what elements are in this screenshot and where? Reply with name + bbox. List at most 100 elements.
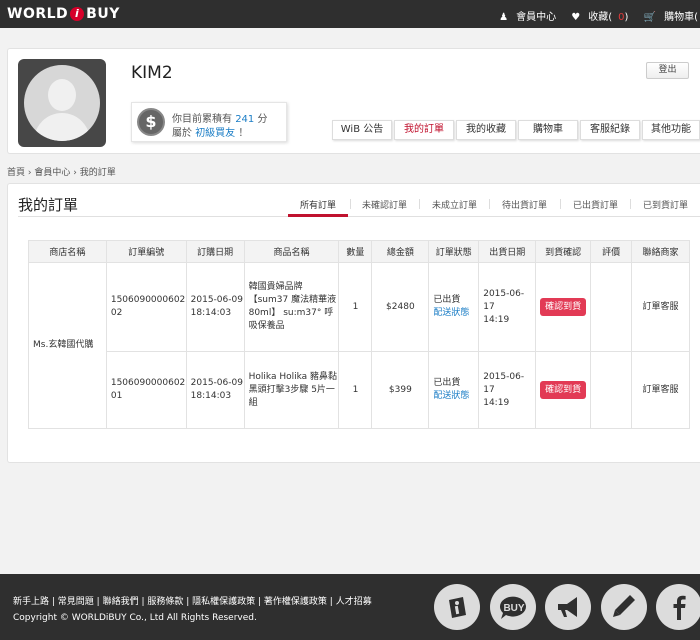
rating-cell: [590, 262, 633, 352]
section-title: 我的訂單: [18, 196, 79, 214]
level-suffix: ！: [238, 128, 249, 139]
footer-link-copyright-policy[interactable]: 著作權保護政策: [264, 597, 327, 607]
rating-cell: [590, 351, 633, 429]
avatar-placeholder-icon: [24, 65, 100, 141]
subtab-divider: [489, 199, 490, 209]
confirm-cell: 確認到貨: [535, 351, 592, 429]
delivery-status-link[interactable]: 配送狀態: [433, 391, 469, 401]
column-header: 總金額: [371, 240, 430, 263]
confirm-delivery-button[interactable]: 確認到貨: [540, 298, 587, 316]
column-header: 訂單編號: [105, 240, 187, 263]
order-number: 150609000060202: [105, 262, 187, 352]
level-prefix: 屬於: [172, 128, 192, 139]
profile-card: KIM2 登出 $ 你目前累積有 241 分 屬於 初級買友 ！ WiB 公告 …: [7, 48, 700, 154]
confirm-delivery-button[interactable]: 確認到貨: [540, 381, 587, 399]
footer-link-privacy[interactable]: 隱私權保護政策: [192, 597, 255, 607]
tab-service-records[interactable]: 客服紀錄: [580, 120, 640, 140]
store-name-link[interactable]: Ms.玄韓國代購: [28, 262, 107, 429]
subtab-pending-shipment[interactable]: 待出貨訂單: [502, 198, 547, 211]
copyright: Copyright © WORLDiBUY Co., Ltd All Right…: [13, 613, 257, 623]
ship-date-day: 2015-06-17: [483, 288, 525, 312]
order-date-time: 18:14:03: [190, 391, 232, 401]
footer: 新手上路 | 常見問題 | 聯絡我們 | 服務條款 | 隱私權保護政策 | 著作…: [0, 574, 700, 640]
column-header: 訂購日期: [185, 240, 245, 263]
member-center-link[interactable]: ♟ 會員中心: [493, 12, 556, 23]
quantity: 1: [338, 351, 373, 429]
footer-link-careers[interactable]: 人才招募: [336, 597, 372, 607]
breadcrumb-current: 我的訂單: [79, 168, 116, 178]
ship-date-time: 14:19: [483, 397, 510, 408]
product-name-link[interactable]: 韓國貴婦品牌【sum37 魔法精華液80ml】 su:m37° 呼吸保養品: [243, 262, 340, 352]
order-date: 2015-06-09 18:14:03: [185, 262, 245, 352]
cart-link[interactable]: 🛒 購物車(: [638, 12, 698, 23]
subtab-unconfirmed[interactable]: 未確認訂單: [362, 198, 407, 211]
subtab-divider: [560, 199, 561, 209]
site-logo[interactable]: WORLD i BUY: [7, 6, 120, 22]
subtab-divider: [350, 199, 351, 209]
footer-link-terms[interactable]: 服務條款: [147, 597, 183, 607]
quantity: 1: [338, 262, 373, 352]
ship-date-time: 14:19: [483, 314, 510, 325]
points-unit: 分: [257, 114, 268, 125]
column-header: 出貨日期: [478, 240, 537, 263]
tab-cart[interactable]: 購物車: [518, 120, 578, 140]
facebook-icon[interactable]: [656, 584, 700, 630]
subtab-shipped[interactable]: 已出貨訂單: [573, 198, 618, 211]
total-amount: $2480: [371, 262, 430, 352]
tab-my-favorites[interactable]: 我的收藏: [456, 120, 516, 140]
buy-icon-label: BUY: [503, 603, 524, 614]
tab-my-orders[interactable]: 我的訂單: [394, 120, 454, 140]
column-header: 聯絡商家: [631, 240, 690, 263]
breadcrumb-home[interactable]: 首頁: [7, 168, 25, 178]
dollar-icon: $: [137, 108, 165, 136]
order-date-time: 18:14:03: [190, 308, 232, 318]
subtab-not-established[interactable]: 未成立訂單: [432, 198, 477, 211]
username: KIM2: [131, 63, 173, 83]
points-text: 你目前累積有 241 分: [172, 110, 267, 125]
megaphone-icon[interactable]: [545, 584, 591, 630]
tab-other-functions[interactable]: 其他功能: [642, 120, 700, 140]
breadcrumb-separator: ›: [27, 168, 32, 178]
favorites-close-paren: ): [624, 12, 629, 23]
breadcrumb-member-center[interactable]: 會員中心: [34, 168, 70, 178]
contact-service-link[interactable]: 訂單客服: [631, 351, 690, 429]
table-row: 150609000060201 2015-06-09 18:14:03 Holik…: [29, 351, 690, 429]
subtab-all-orders[interactable]: 所有訂單: [300, 198, 336, 211]
subtab-delivered[interactable]: 已到貨訂單: [643, 198, 688, 211]
subtab-active-indicator: [288, 214, 348, 217]
tab-wib-notice[interactable]: WiB 公告: [332, 120, 392, 140]
ship-date: 2015-06-17 14:19: [478, 351, 537, 429]
logo-badge: i: [70, 7, 85, 21]
column-header: 評價: [590, 240, 633, 263]
product-name-link[interactable]: Holika Holika 豬鼻黏黑頭打擊3步驟 5片一組: [243, 351, 340, 429]
info-icon[interactable]: [434, 584, 480, 630]
subtab-divider: [419, 199, 420, 209]
order-number: 150609000060201: [105, 351, 187, 429]
order-date-day: 2015-06-09: [190, 295, 243, 305]
favorites-link[interactable]: ♥ 收藏(0): [565, 12, 628, 23]
ship-date: 2015-06-17 14:19: [478, 262, 537, 352]
column-header: 到貨確認: [535, 240, 592, 263]
footer-link-faq[interactable]: 常見問題: [58, 597, 94, 607]
table-row: Ms.玄韓國代購 150609000060202 2015-06-09 18:14…: [28, 262, 690, 429]
buy-icon[interactable]: BUY: [490, 584, 536, 630]
favorites-label: 收藏(: [588, 12, 613, 23]
avatar: [18, 59, 106, 147]
title-divider: [18, 216, 700, 217]
footer-link-contact[interactable]: 聯絡我們: [103, 597, 139, 607]
pen-icon[interactable]: [601, 584, 647, 630]
column-header: 訂單狀態: [428, 240, 480, 263]
logo-text-right: BUY: [86, 6, 120, 22]
level-text: 屬於 初級買友 ！: [172, 124, 248, 139]
breadcrumb-separator: ›: [73, 168, 77, 178]
top-links: ♟ 會員中心 ♥ 收藏(0) 🛒 購物車(: [487, 8, 698, 23]
delivery-status-link[interactable]: 配送狀態: [433, 308, 469, 318]
order-status: 已出貨 配送狀態: [428, 351, 480, 429]
logout-button[interactable]: 登出: [646, 62, 689, 79]
footer-link-beginner[interactable]: 新手上路: [13, 597, 49, 607]
orders-panel: 我的訂單 所有訂單 未確認訂單 未成立訂單 待出貨訂單 已出貨訂單 已到貨訂單 …: [7, 183, 700, 463]
table-header-row: 商店名稱 訂單編號 訂購日期 商品名稱 數量 總金額 訂單狀態 出貨日期 到貨確…: [28, 240, 690, 263]
contact-service-link[interactable]: 訂單客服: [631, 262, 690, 352]
level-name-link[interactable]: 初級買友: [195, 128, 235, 139]
logo-text-left: WORLD: [7, 6, 69, 22]
